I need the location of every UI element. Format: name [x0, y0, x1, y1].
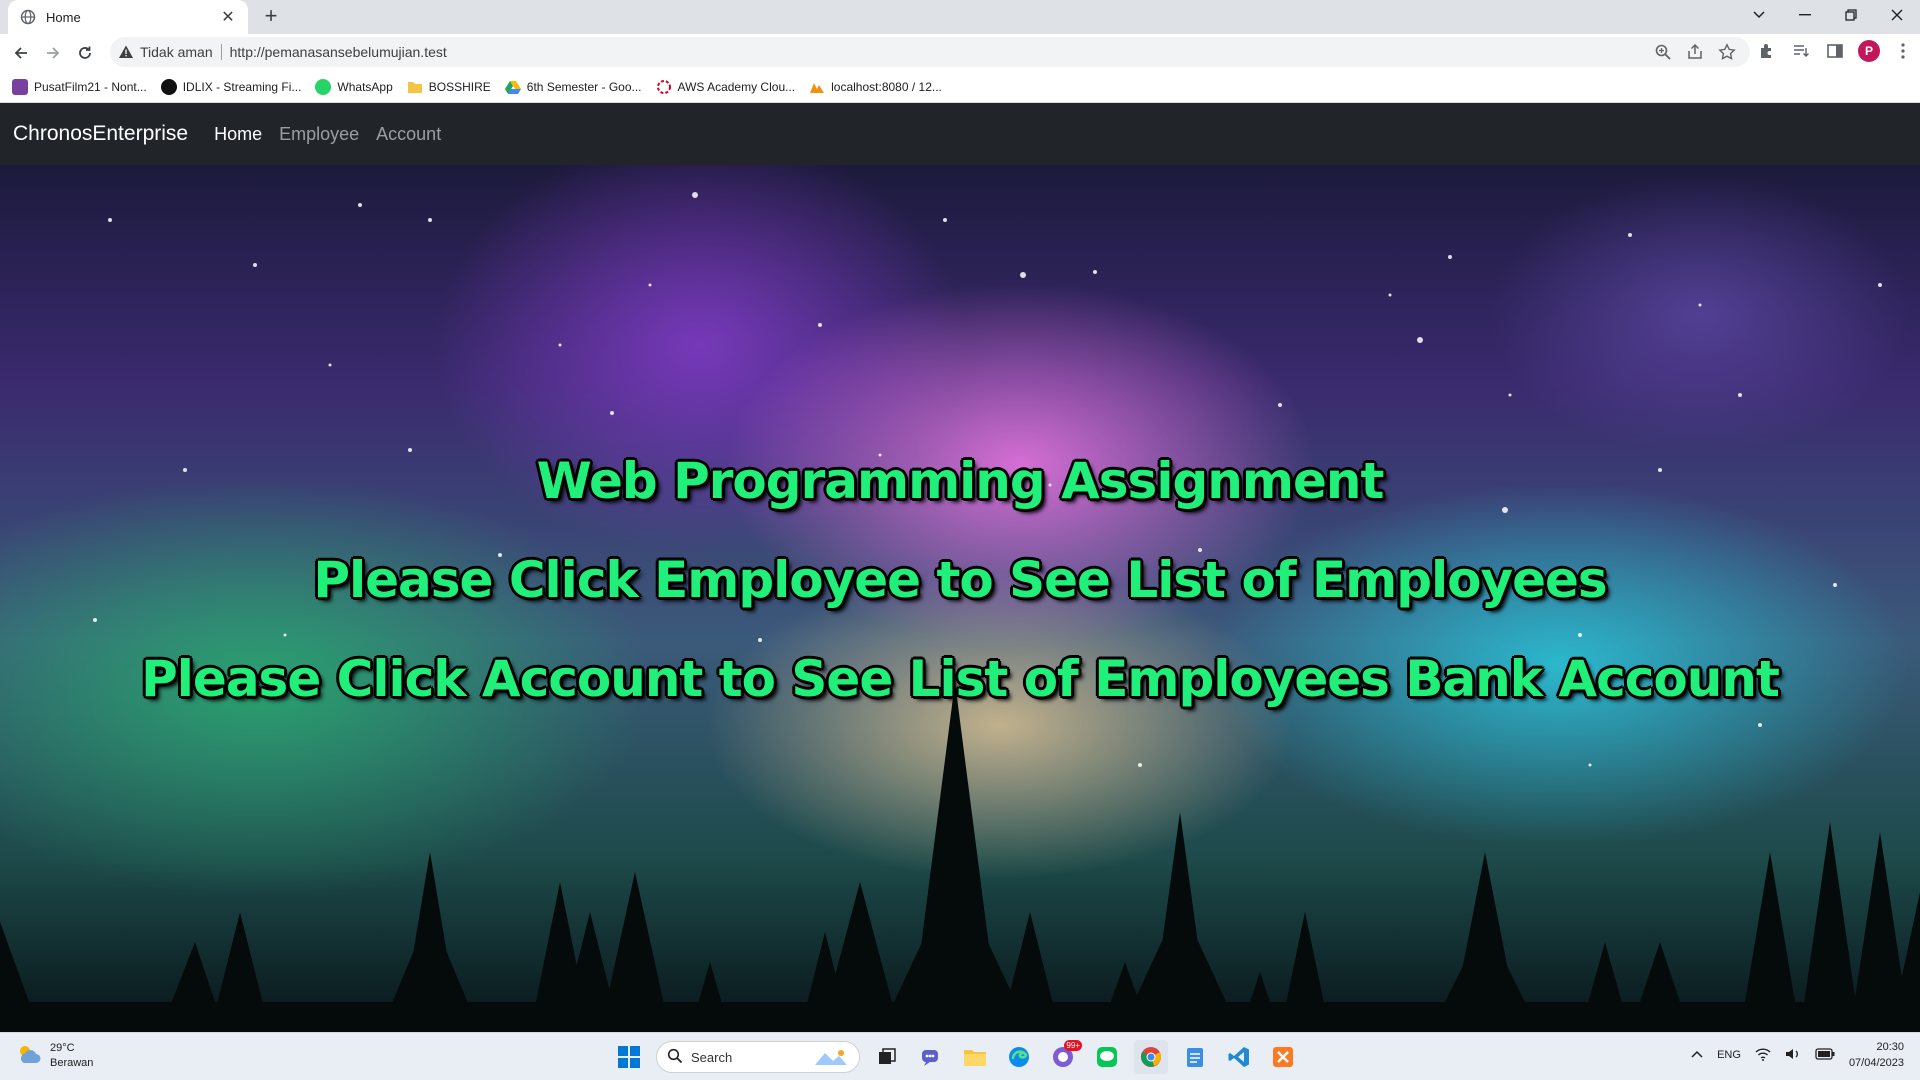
weather-text: Berawan: [50, 1057, 94, 1069]
profile-avatar[interactable]: P: [1858, 40, 1880, 62]
url-text[interactable]: http://pemanasansebelumujian.test: [230, 44, 447, 60]
chevron-up-icon[interactable]: [1691, 1049, 1703, 1061]
hero-title: Web Programming Assignment: [536, 452, 1385, 510]
browser-toolbar: Tidak aman http://pemanasansebelumujian.…: [0, 34, 1920, 71]
reading-list-icon[interactable]: [1790, 40, 1812, 62]
google-drive-icon: [504, 79, 521, 95]
bookmark-label: AWS Academy Clou...: [677, 79, 796, 94]
volume-icon[interactable]: [1785, 1047, 1801, 1064]
tab-strip: Home ✕ +: [0, 0, 1920, 34]
address-bar[interactable]: Tidak aman http://pemanasansebelumujian.…: [110, 37, 1750, 67]
notepad-icon[interactable]: [1178, 1040, 1212, 1074]
warning-icon[interactable]: [118, 44, 134, 60]
system-tray: ENG 20:30 07/04/2023: [1691, 1039, 1904, 1071]
site-navbar: ChronosEnterprise Home Employee Account: [0, 103, 1920, 165]
clock-date: 07/04/2023: [1848, 1057, 1904, 1069]
nav-link-account[interactable]: Account: [376, 124, 441, 145]
bookmark-star-icon[interactable]: [1718, 43, 1736, 61]
new-tab-button[interactable]: +: [259, 5, 283, 29]
battery-icon[interactable]: [1815, 1047, 1835, 1063]
browser-tab-home[interactable]: Home ✕: [8, 0, 248, 34]
file-explorer-icon[interactable]: [958, 1040, 992, 1074]
bookmark-item[interactable]: IDLIX - Streaming Fi...: [160, 78, 302, 95]
reload-icon[interactable]: [72, 40, 98, 66]
task-view-icon[interactable]: [870, 1040, 904, 1074]
minimize-icon[interactable]: [1784, 0, 1826, 30]
search-highlight-icon: [811, 1047, 851, 1072]
clock[interactable]: 20:30 07/04/2023: [1849, 1039, 1904, 1071]
bookmarks-bar: PusatFilm21 - Nont... IDLIX - Streaming …: [0, 71, 1920, 103]
phpmyadmin-icon: [809, 79, 825, 95]
bookmark-label: WhatsApp: [337, 79, 393, 94]
web-page: ChronosEnterprise Home Employee Account: [0, 103, 1920, 1032]
idlix-icon: [160, 78, 177, 95]
aws-icon: [656, 79, 672, 95]
bookmark-item[interactable]: WhatsApp: [315, 78, 393, 95]
close-tab-icon[interactable]: ✕: [218, 7, 238, 27]
navbar-brand[interactable]: ChronosEnterprise: [13, 122, 188, 146]
hero-instruction-employee: Please Click Employee to See List of Emp…: [313, 551, 1607, 609]
xampp-icon[interactable]: [1266, 1040, 1300, 1074]
bookmark-item[interactable]: 6th Semester - Goo...: [504, 79, 642, 95]
close-window-icon[interactable]: [1876, 0, 1918, 30]
partly-cloudy-icon: [16, 1043, 42, 1070]
teams-chat-icon[interactable]: [914, 1040, 948, 1074]
omnibox-divider: [220, 44, 222, 60]
globe-icon: [20, 9, 36, 25]
bookmark-label: localhost:8080 / 12...: [831, 79, 942, 94]
restore-icon[interactable]: [1830, 0, 1872, 30]
folder-icon: [407, 79, 423, 95]
back-icon[interactable]: [8, 40, 34, 66]
windows-taskbar: 29°C Berawan Search 99+ ENG 20:30 07/04/…: [0, 1032, 1920, 1080]
menu-kebab-icon[interactable]: [1892, 40, 1914, 62]
whatsapp-icon: [315, 78, 332, 95]
chrome-icon[interactable]: [1134, 1040, 1168, 1074]
search-icon: [667, 1048, 683, 1067]
forward-icon[interactable]: [40, 40, 66, 66]
vscode-icon[interactable]: [1222, 1040, 1256, 1074]
nav-link-employee[interactable]: Employee: [279, 124, 359, 145]
weather-widget[interactable]: 29°C Berawan: [16, 1041, 93, 1071]
line-app-icon[interactable]: [1090, 1040, 1124, 1074]
taskbar-search[interactable]: Search: [656, 1041, 860, 1073]
extensions-icon[interactable]: [1756, 40, 1778, 62]
messenger-app-icon[interactable]: 99+: [1046, 1040, 1082, 1074]
clock-time: 20:30: [1876, 1041, 1904, 1053]
nav-link-home[interactable]: Home: [214, 124, 262, 145]
bookmark-label: 6th Semester - Goo...: [526, 79, 642, 94]
notification-badge: 99+: [1064, 1040, 1082, 1051]
wifi-icon[interactable]: [1755, 1047, 1771, 1064]
temperature-text: 29°C: [50, 1042, 75, 1054]
hero-text-container: Web Programming Assignment Please Click …: [0, 165, 1920, 1032]
hero-instruction-account: Please Click Account to See List of Empl…: [141, 650, 1780, 708]
side-panel-icon[interactable]: [1824, 40, 1846, 62]
security-label[interactable]: Tidak aman: [140, 44, 213, 60]
hero-background: Web Programming Assignment Please Click …: [0, 165, 1920, 1032]
bookmark-item[interactable]: PusatFilm21 - Nont...: [12, 78, 147, 95]
bookmark-label: BOSSHIRE: [428, 79, 491, 94]
bookmark-item[interactable]: localhost:8080 / 12...: [809, 79, 942, 95]
bookmark-item[interactable]: AWS Academy Clou...: [656, 79, 796, 95]
bookmark-label: IDLIX - Streaming Fi...: [182, 79, 302, 94]
tab-title: Home: [46, 9, 81, 25]
bookmark-label: PusatFilm21 - Nont...: [34, 79, 147, 94]
pusatfilm-icon: [12, 78, 28, 95]
tab-search-icon[interactable]: [1738, 0, 1780, 30]
start-button[interactable]: [612, 1040, 646, 1074]
share-icon[interactable]: [1686, 43, 1704, 61]
zoom-icon[interactable]: [1654, 43, 1672, 61]
language-indicator[interactable]: ENG: [1717, 1049, 1741, 1061]
bookmark-item[interactable]: BOSSHIRE: [407, 79, 491, 95]
edge-browser-icon[interactable]: [1002, 1040, 1036, 1074]
search-label: Search: [691, 1049, 733, 1065]
